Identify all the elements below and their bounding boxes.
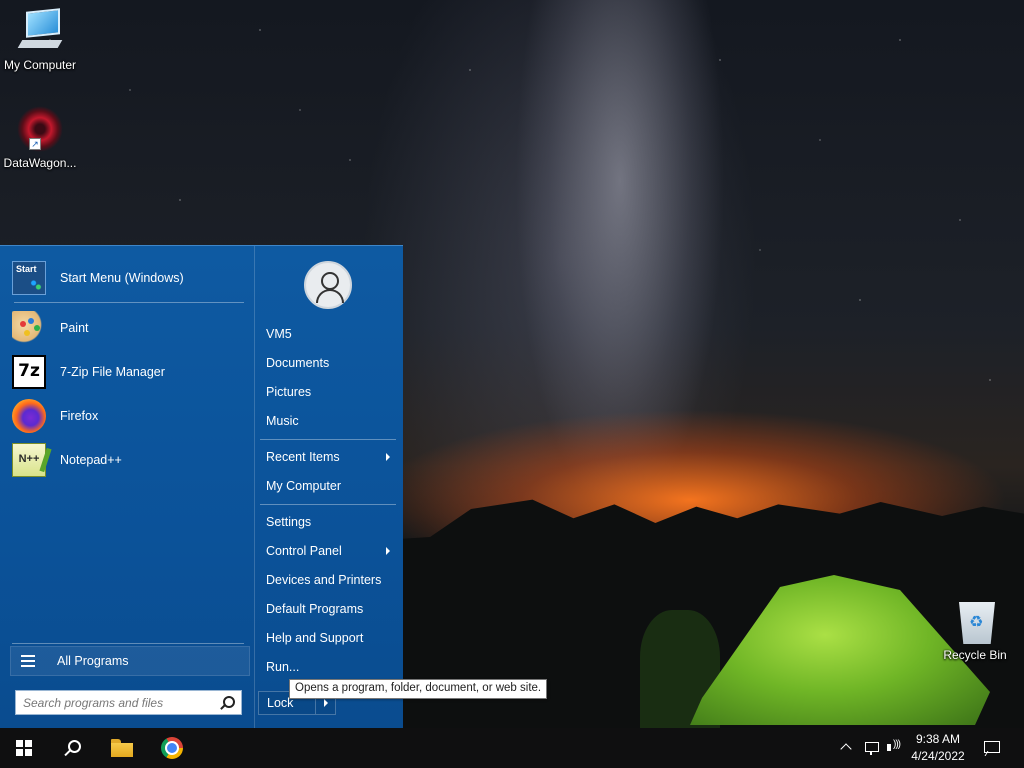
desktop-icon-my-computer[interactable]: My Computer bbox=[0, 8, 80, 72]
start-button[interactable] bbox=[0, 728, 48, 768]
menu-item-run[interactable]: Run... bbox=[260, 655, 398, 679]
pinned-item-label: Notepad++ bbox=[60, 453, 122, 467]
start-menu-programs-pane: Start Start Menu (Windows) Paint 7z 7-Zi… bbox=[0, 246, 255, 729]
notepad-plus-plus-icon: N++ bbox=[12, 443, 46, 477]
desktop-icon-recycle-bin[interactable]: Recycle Bin bbox=[935, 602, 1015, 662]
taskbar-chrome[interactable] bbox=[148, 728, 196, 768]
taskbar-search-button[interactable] bbox=[48, 728, 96, 768]
all-programs-separator bbox=[12, 643, 244, 644]
shortcut-arrow-icon: ↗ bbox=[29, 138, 41, 150]
desktop-icon-label: Recycle Bin bbox=[943, 648, 1007, 662]
menu-item-devices-and-printers[interactable]: Devices and Printers bbox=[260, 568, 398, 592]
menu-item-pictures[interactable]: Pictures bbox=[260, 380, 398, 404]
pinned-item-label: 7-Zip File Manager bbox=[60, 365, 165, 379]
start-menu-places-pane: VM5 Documents Pictures Music Recent Item… bbox=[256, 246, 403, 729]
pinned-item-label: Start Menu (Windows) bbox=[60, 271, 184, 285]
network-icon[interactable] bbox=[863, 740, 879, 756]
paint-icon bbox=[12, 311, 46, 345]
chevron-right-icon bbox=[323, 699, 328, 707]
menu-item-label: Settings bbox=[266, 515, 312, 529]
chevron-right-icon bbox=[386, 453, 390, 461]
chevron-right-icon bbox=[386, 547, 390, 555]
all-programs-label: All Programs bbox=[57, 654, 129, 668]
desktop-icon-label: DataWagon... bbox=[3, 156, 77, 170]
menu-item-label: Default Programs bbox=[266, 602, 364, 616]
menu-item-label: Music bbox=[266, 414, 299, 428]
search-icon[interactable] bbox=[217, 693, 237, 713]
start-menu-icon: Start bbox=[12, 261, 46, 295]
menu-item-documents[interactable]: Documents bbox=[260, 351, 398, 375]
menu-item-label: Devices and Printers bbox=[266, 573, 382, 587]
firefox-icon bbox=[12, 399, 46, 433]
windows-logo-icon bbox=[16, 740, 32, 756]
clock-date: 4/24/2022 bbox=[911, 749, 965, 763]
list-icon bbox=[21, 655, 35, 667]
volume-icon[interactable] bbox=[886, 739, 902, 756]
search-box[interactable] bbox=[15, 690, 242, 715]
taskbar-clock[interactable]: 9:38 AM 4/24/2022 bbox=[906, 731, 970, 765]
desktop-icon-label: My Computer bbox=[3, 58, 77, 72]
7zip-icon: 7z bbox=[12, 355, 46, 389]
pinned-item-label: Paint bbox=[60, 321, 89, 335]
notification-center-icon[interactable] bbox=[983, 740, 1001, 756]
menu-item-control-panel[interactable]: Control Panel bbox=[260, 539, 398, 563]
menu-item-label: Documents bbox=[266, 356, 330, 370]
show-hidden-icons-chevron-up-icon[interactable] bbox=[839, 740, 855, 756]
menu-item-vm5[interactable]: VM5 bbox=[260, 322, 398, 346]
menu-item-recent-items[interactable]: Recent Items bbox=[260, 445, 398, 469]
menu-item-default-programs[interactable]: Default Programs bbox=[260, 597, 398, 621]
user-avatar-icon[interactable] bbox=[304, 261, 352, 309]
menu-item-help-and-support[interactable]: Help and Support bbox=[260, 626, 398, 650]
datawagon-icon: ↗ bbox=[17, 106, 63, 152]
menu-item-music[interactable]: Music bbox=[260, 409, 398, 433]
menu-item-label: Recent Items bbox=[266, 450, 340, 464]
pinned-item-label: Firefox bbox=[60, 409, 99, 423]
taskbar-file-explorer[interactable] bbox=[98, 728, 146, 768]
run-tooltip: Opens a program, folder, document, or we… bbox=[289, 679, 548, 699]
menu-item-label: Help and Support bbox=[266, 631, 364, 645]
clock-time: 9:38 AM bbox=[915, 732, 961, 746]
pinned-item-notepad-plus-plus[interactable]: N++ Notepad++ bbox=[12, 440, 248, 480]
recycle-bin-icon bbox=[959, 602, 995, 644]
menu-item-label: My Computer bbox=[266, 479, 342, 493]
computer-icon bbox=[16, 8, 64, 54]
menu-item-label: Control Panel bbox=[266, 544, 342, 558]
menu-item-label: Run... bbox=[266, 660, 300, 674]
desktop-icon-datawagon[interactable]: ↗ DataWagon... bbox=[0, 106, 80, 170]
taskbar: 9:38 AM 4/24/2022 bbox=[0, 728, 1024, 768]
menu-item-settings[interactable]: Settings bbox=[260, 510, 398, 534]
chrome-icon bbox=[161, 737, 183, 759]
pinned-separator bbox=[14, 302, 244, 303]
menu-item-label: Pictures bbox=[266, 385, 312, 399]
pinned-item-firefox[interactable]: Firefox bbox=[12, 396, 248, 436]
search-input[interactable] bbox=[16, 691, 217, 714]
pinned-item-paint[interactable]: Paint bbox=[12, 308, 248, 348]
pinned-item-7zip[interactable]: 7z 7-Zip File Manager bbox=[12, 352, 248, 392]
menu-item-my-computer[interactable]: My Computer bbox=[260, 474, 398, 498]
menu-item-label: VM5 bbox=[266, 327, 292, 341]
menu-separator bbox=[260, 504, 396, 505]
start-menu: Start Start Menu (Windows) Paint 7z 7-Zi… bbox=[0, 245, 403, 729]
menu-separator bbox=[260, 439, 396, 440]
all-programs-button[interactable]: All Programs bbox=[10, 646, 250, 676]
folder-icon bbox=[111, 739, 133, 757]
search-icon bbox=[63, 739, 81, 757]
pinned-item-start-menu[interactable]: Start Start Menu (Windows) bbox=[12, 258, 248, 298]
